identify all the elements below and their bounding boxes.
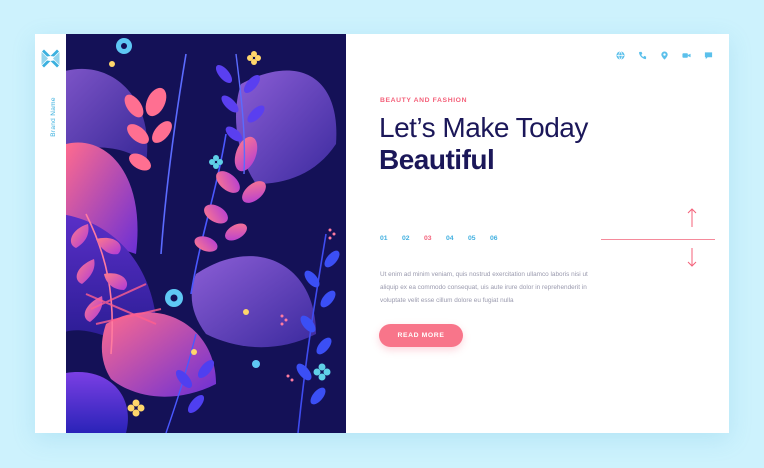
arrow-down-icon[interactable] bbox=[686, 247, 698, 267]
body-paragraph: Ut enim ad minim veniam, quis nostrud ex… bbox=[380, 271, 588, 304]
page-02[interactable]: 02 bbox=[402, 235, 412, 242]
landing-page-card: Brand Name BEAUTY AND FASHION Let’s Make… bbox=[35, 34, 729, 433]
page-01[interactable]: 01 bbox=[380, 235, 390, 242]
sidebar: Brand Name bbox=[35, 34, 66, 433]
globe-icon[interactable] bbox=[616, 51, 625, 60]
page-05[interactable]: 05 bbox=[468, 235, 478, 242]
video-icon[interactable] bbox=[682, 51, 691, 60]
top-icon-bar bbox=[616, 51, 713, 60]
chat-icon[interactable] bbox=[704, 51, 713, 60]
arrow-up-icon[interactable] bbox=[686, 208, 698, 228]
eyebrow-label: BEAUTY AND FASHION bbox=[380, 97, 468, 104]
read-more-button[interactable]: READ MORE bbox=[379, 324, 463, 347]
page-06[interactable]: 06 bbox=[490, 235, 500, 242]
slide-pagination: 01 02 03 04 05 06 bbox=[380, 235, 500, 242]
headline-line-2: Beautiful bbox=[379, 144, 495, 175]
floral-illustration bbox=[66, 34, 346, 433]
slider-divider bbox=[601, 239, 715, 240]
phone-icon[interactable] bbox=[638, 51, 647, 60]
brand-name: Brand Name bbox=[50, 97, 57, 137]
headline-line-1: Let’s Make Today bbox=[379, 112, 588, 143]
location-pin-icon[interactable] bbox=[660, 51, 669, 60]
page-04[interactable]: 04 bbox=[446, 235, 456, 242]
brand-logo-icon[interactable] bbox=[40, 48, 61, 69]
page-03-active[interactable]: 03 bbox=[424, 235, 434, 242]
